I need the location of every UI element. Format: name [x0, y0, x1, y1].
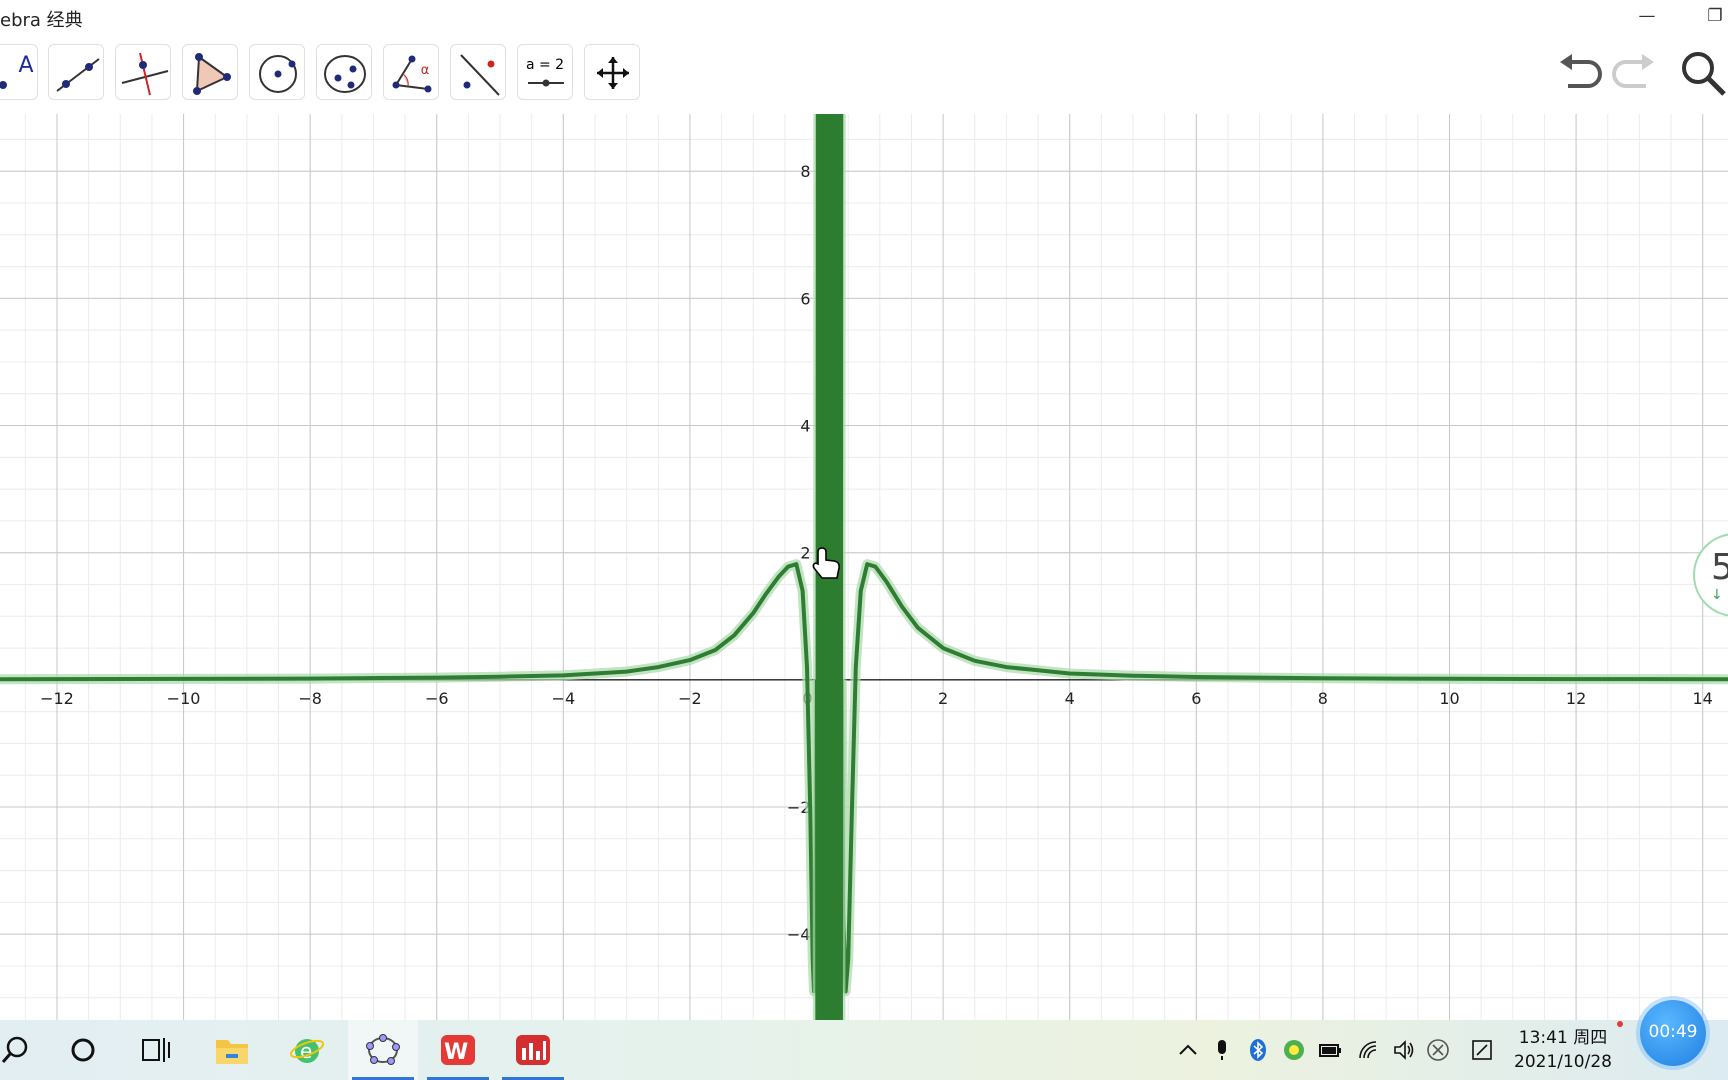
x-tick-label: −4 — [552, 689, 576, 708]
slider-icon — [528, 79, 564, 87]
window-title: ebra 经典 — [0, 10, 83, 31]
circle-tool[interactable] — [249, 44, 305, 100]
pen-icon — [1472, 1040, 1492, 1060]
curve-left-branch — [0, 562, 819, 994]
tray-volume[interactable] — [1392, 1038, 1416, 1062]
side-widget-number: 5 — [1711, 547, 1728, 588]
ellipse-icon — [324, 55, 366, 93]
x-tick-label: −2 — [678, 689, 702, 708]
taskbar-geogebra[interactable] — [348, 1020, 418, 1080]
polygon-icon — [193, 53, 231, 95]
y-tick-label: 2 — [800, 544, 810, 563]
tray-bluetooth[interactable] — [1246, 1038, 1270, 1062]
x-tick-label: 12 — [1566, 689, 1586, 708]
tray-app[interactable] — [1282, 1038, 1306, 1062]
recording-timer-bubble[interactable]: 00:49 — [1640, 1000, 1706, 1066]
tick-labels: −12 −10 −8 −6 −4 −2 2 4 6 8 10 12 14−4−224680 — [40, 162, 1713, 944]
bluetooth-icon — [1250, 1039, 1266, 1061]
y-tick-label: 8 — [800, 162, 810, 181]
y-tick-label: 4 — [800, 417, 810, 436]
reflect-about-line-icon — [460, 54, 500, 96]
clock[interactable]: 13:41 周四 2021/10/28 — [1508, 1026, 1618, 1074]
x-tick-label: 8 — [1318, 689, 1328, 708]
redo-icon — [1612, 54, 1654, 88]
reflect-tool[interactable] — [450, 44, 506, 100]
function-plot[interactable]: −12 −10 −8 −6 −4 −2 2 4 6 8 10 12 14−4−224680 — [0, 114, 1728, 1020]
x-tick-label: 2 — [938, 689, 948, 708]
battery-icon — [1319, 1044, 1341, 1057]
tray-pen[interactable] — [1470, 1038, 1494, 1062]
x-tick-label: −12 — [40, 689, 74, 708]
show-hidden-icons-button[interactable] — [1176, 1038, 1200, 1062]
arrow-down-icon: ↓ — [1711, 587, 1723, 603]
tray-wifi[interactable] — [1356, 1038, 1380, 1062]
point-tool[interactable]: A — [0, 44, 38, 100]
taskbar-task-view[interactable] — [120, 1020, 190, 1080]
volume-icon — [1394, 1040, 1414, 1060]
recording-time: 00:49 — [1648, 1022, 1698, 1042]
point-tool-label: A — [18, 53, 34, 78]
x-tick-label: 14 — [1693, 689, 1713, 708]
y-tick-label: −4 — [787, 925, 811, 944]
taskbar-cortana[interactable] — [48, 1020, 118, 1080]
cortana-icon — [71, 1038, 95, 1062]
perpendicular-tool[interactable] — [115, 44, 171, 100]
angle-tool[interactable]: α — [383, 44, 439, 100]
x-tick-label: −8 — [298, 689, 322, 708]
line-tool[interactable] — [48, 44, 104, 100]
x-tick-label: −6 — [425, 689, 449, 708]
y-tick-label: 6 — [800, 289, 810, 308]
wps-office-icon: W — [441, 1035, 475, 1065]
x-tick-label: 6 — [1191, 689, 1201, 708]
close-circle-icon — [1427, 1039, 1449, 1061]
search-button[interactable] — [1678, 48, 1728, 98]
polygon-tool[interactable] — [182, 44, 238, 100]
angle-tool-label: α — [420, 63, 430, 78]
app-tray-icon — [1284, 1040, 1304, 1060]
taskbar-search[interactable] — [0, 1020, 50, 1080]
show-hidden-icons-icon — [1179, 1044, 1197, 1055]
taskbar-wps-office[interactable]: W — [423, 1020, 493, 1080]
ie-browser-icon: e — [289, 1039, 325, 1063]
curve-left-branch-highlight — [0, 559, 822, 997]
undo-button[interactable] — [1554, 48, 1604, 98]
file-explorer-icon — [216, 1040, 248, 1064]
title-bar: ebra 经典 — ❐ — [0, 0, 1728, 34]
wifi-icon — [1359, 1041, 1377, 1059]
move-view-tool[interactable] — [584, 44, 640, 100]
restore-button[interactable]: ❐ — [1700, 4, 1728, 28]
clock-time: 13:41 周四 — [1518, 1028, 1608, 1048]
task-view-icon — [142, 1038, 170, 1062]
conic-tool[interactable] — [316, 44, 372, 100]
redo-button[interactable] — [1610, 48, 1660, 98]
taskbar-file-explorer[interactable] — [197, 1020, 267, 1080]
microphone-icon — [1218, 1040, 1226, 1060]
clock-date: 2021/10/28 — [1514, 1052, 1612, 1072]
graphics-view[interactable]: −12 −10 −8 −6 −4 −2 2 4 6 8 10 12 14 −4 −2 2 4 6 8 0 — [0, 114, 1728, 1020]
x-tick-label: −10 — [167, 689, 201, 708]
perpendicular-line-icon — [121, 52, 169, 96]
line-through-points-icon — [56, 58, 100, 92]
x-tick-label: 10 — [1439, 689, 1459, 708]
slider-tool[interactable]: a = 2 — [517, 44, 573, 100]
circle-center-point-icon — [259, 55, 297, 93]
x-tick-label: 4 — [1065, 689, 1075, 708]
stock-app-icon — [516, 1035, 550, 1065]
search-icon — [1, 1036, 28, 1063]
taskbar: e W 13:41 周四 2021/10/28 — [0, 1020, 1728, 1080]
notification-dot — [1617, 1021, 1623, 1027]
taskbar-ie-browser[interactable]: e — [272, 1020, 342, 1080]
minimize-button[interactable]: — — [1632, 4, 1662, 28]
taskbar-stock-app[interactable] — [498, 1020, 568, 1080]
tray-close[interactable] — [1426, 1038, 1450, 1062]
tray-battery[interactable] — [1318, 1038, 1342, 1062]
svg-text:W: W — [444, 1040, 468, 1065]
tray-microphone[interactable] — [1210, 1038, 1234, 1062]
geogebra-icon — [366, 1034, 400, 1065]
function-curve[interactable] — [0, 114, 1728, 1020]
move-graphics-view-icon — [597, 57, 629, 89]
undo-icon — [1560, 54, 1602, 88]
search-icon — [1682, 52, 1726, 96]
toolbar: A α a = 2 — [0, 34, 1728, 114]
